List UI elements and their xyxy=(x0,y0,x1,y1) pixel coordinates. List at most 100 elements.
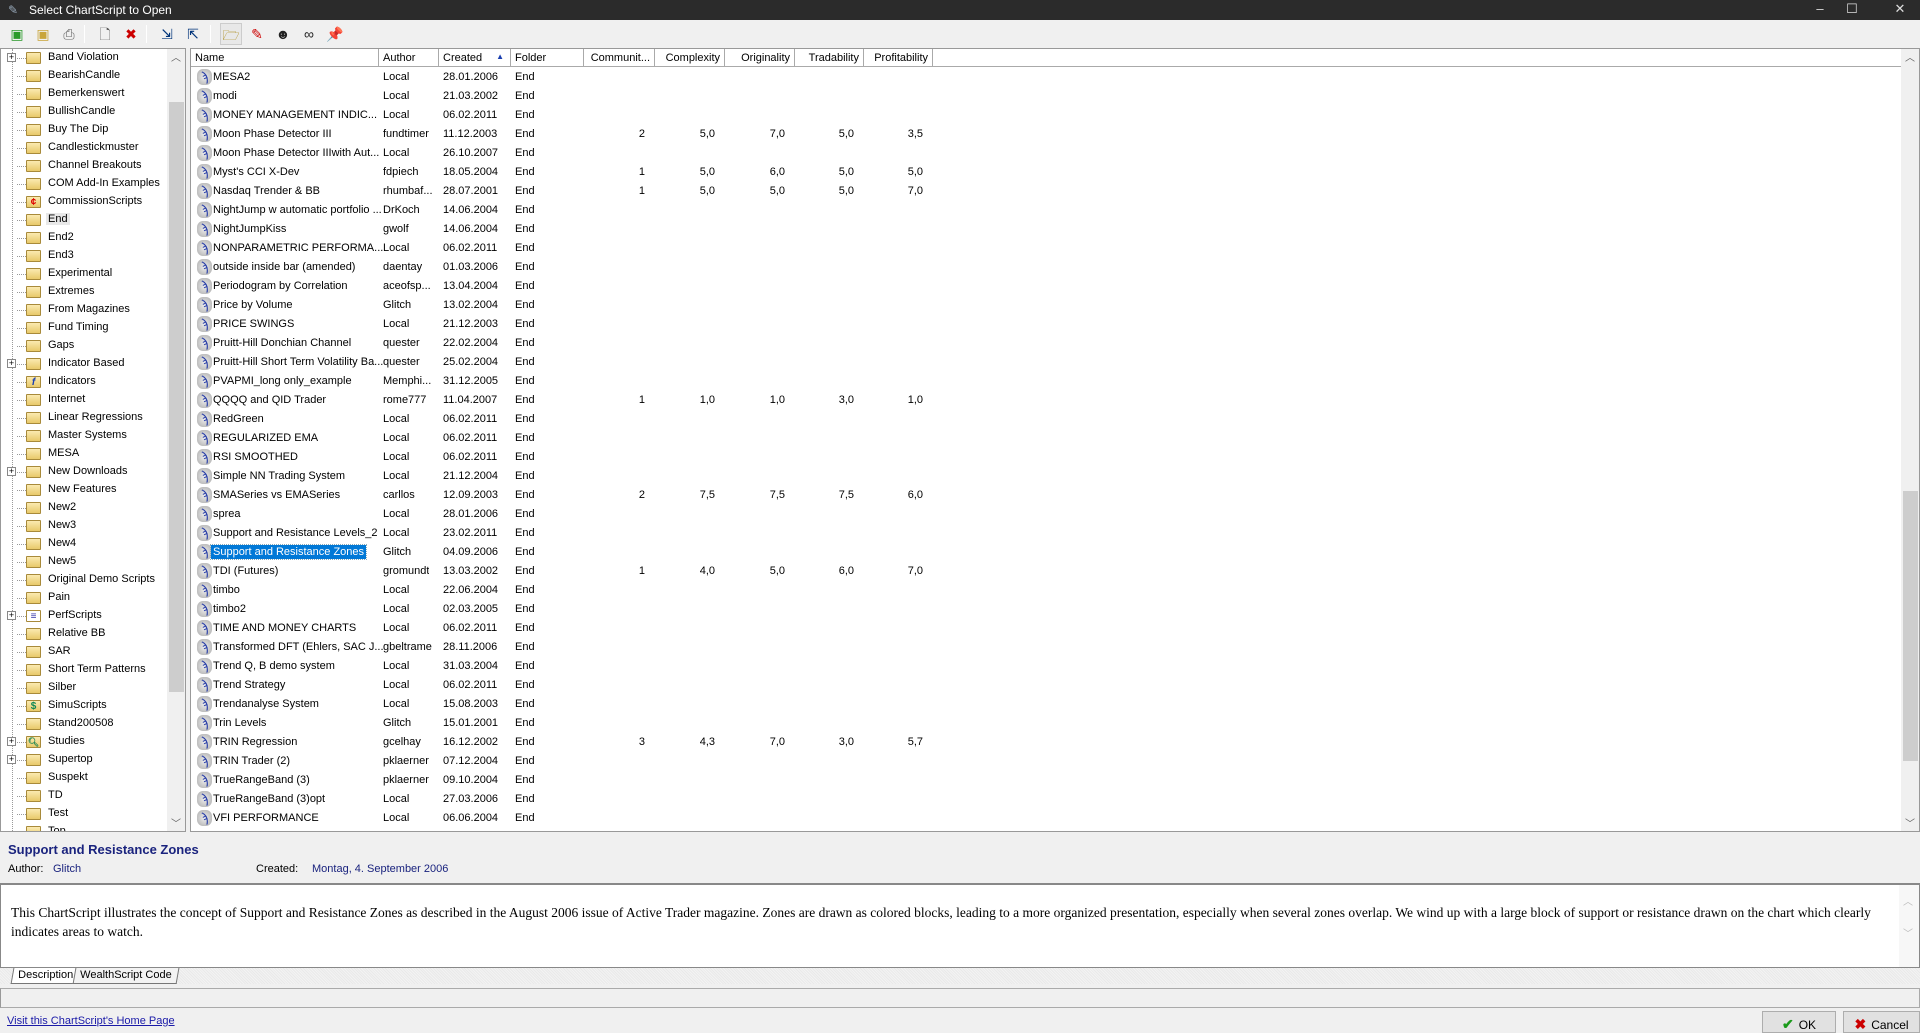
table-row[interactable]: ϡ Nasdaq Trender & BB rhumbaf... 28.07.2001… xyxy=(191,182,1891,201)
table-row[interactable]: ϡ TRIN Trader (2) pklaerner 07.12.2004 End xyxy=(191,752,1891,771)
print-button[interactable]: ⎙ xyxy=(58,23,80,45)
highlight-button[interactable]: ✎ xyxy=(246,23,268,45)
table-row[interactable]: ϡ Trend Q, B demo system Local 31.03.2004 En… xyxy=(191,657,1891,676)
tree-item[interactable]: Test xyxy=(1,805,166,823)
tree-item[interactable]: Top xyxy=(1,823,166,831)
tree-item[interactable]: New Features xyxy=(1,481,166,499)
table-row[interactable]: ϡ TrueRangeBand (3) pklaerner 09.10.2004 End xyxy=(191,771,1891,790)
export-button[interactable]: ⇱ xyxy=(182,23,204,45)
scroll-up-icon[interactable]: ︿ xyxy=(1899,893,1917,909)
table-row[interactable]: ϡ REGULARIZED EMA Local 06.02.2011 End xyxy=(191,429,1891,448)
table-row[interactable]: ϡ PVAPMI_long only_example Memphi... 31.12.… xyxy=(191,372,1891,391)
column-header-tradability[interactable]: Tradability xyxy=(795,49,864,67)
table-row[interactable]: ϡ Pruitt-Hill Short Term Volatility Ba...… xyxy=(191,353,1891,372)
table-row[interactable]: ϡ modi Local 21.03.2002 End xyxy=(191,87,1891,106)
tree-item[interactable]: f Indicators xyxy=(1,373,166,391)
tree-item[interactable]: Linear Regressions xyxy=(1,409,166,427)
tree-item[interactable]: New5 xyxy=(1,553,166,571)
new-subfolder-button[interactable]: ▣ xyxy=(32,23,54,45)
table-row[interactable]: ϡ Price by Volume Glitch 13.02.2004 End xyxy=(191,296,1891,315)
description-box[interactable]: This ChartScript illustrates the concept… xyxy=(0,883,1920,968)
tree-item[interactable]: Extremes xyxy=(1,283,166,301)
column-header-complexity[interactable]: Complexity xyxy=(655,49,725,67)
table-row[interactable]: ϡ Periodogram by Correlation aceofsp... 13.… xyxy=(191,277,1891,296)
tree-item[interactable]: + New Downloads xyxy=(1,463,166,481)
table-row[interactable]: ϡ timbo Local 22.06.2004 End xyxy=(191,581,1891,600)
tree-item[interactable]: Experimental xyxy=(1,265,166,283)
tree-item[interactable]: Buy The Dip xyxy=(1,121,166,139)
tree-item[interactable]: $ SimuScripts xyxy=(1,697,166,715)
tree-item[interactable]: New3 xyxy=(1,517,166,535)
table-row[interactable]: ϡ timbo2 Local 02.03.2005 End xyxy=(191,600,1891,619)
table-row[interactable]: ϡ RSI SMOOTHED Local 06.02.2011 End xyxy=(191,448,1891,467)
column-header-author[interactable]: Author xyxy=(379,49,439,67)
tree-item[interactable]: End2 xyxy=(1,229,166,247)
tree-item[interactable]: ¢ CommissionScripts xyxy=(1,193,166,211)
tree-item[interactable]: TD xyxy=(1,787,166,805)
table-row[interactable]: ϡ MESA2 Local 28.01.2006 End xyxy=(191,68,1891,87)
expand-plus-icon[interactable]: + xyxy=(7,611,16,620)
tree-item[interactable]: + ≡ PerfScripts xyxy=(1,607,166,625)
table-row[interactable]: ϡ Myst's CCI X-Dev fdpiech 18.05.2004 End 1 5,… xyxy=(191,163,1891,182)
pin-button[interactable]: 📌 xyxy=(324,23,346,45)
column-header-name[interactable]: Name xyxy=(191,49,379,67)
list-scrollbar[interactable]: ︿ ﹀ xyxy=(1901,49,1919,831)
tree-item[interactable]: Silber xyxy=(1,679,166,697)
tree-item[interactable]: From Magazines xyxy=(1,301,166,319)
table-row[interactable]: ϡ RedGreen Local 06.02.2011 End xyxy=(191,410,1891,429)
tree-item[interactable]: MESA xyxy=(1,445,166,463)
tree-item[interactable]: New4 xyxy=(1,535,166,553)
tree-item[interactable]: End3 xyxy=(1,247,166,265)
scroll-down-icon[interactable]: ﹀ xyxy=(1901,815,1919,831)
description-scrollbar[interactable]: ︿ ﹀ xyxy=(1899,885,1919,967)
table-row[interactable]: ϡ Pruitt-Hill Donchian Channel quester 22.0… xyxy=(191,334,1891,353)
view-button[interactable]: ∞ xyxy=(298,23,320,45)
scroll-down-icon[interactable]: ﹀ xyxy=(167,815,185,831)
table-row[interactable]: ϡ Support and Resistance Levels_2 Local 23.… xyxy=(191,524,1891,543)
table-row[interactable]: ϡ Trendanalyse System Local 15.08.2003 End xyxy=(191,695,1891,714)
table-row[interactable]: ϡ NightJumpKiss gwolf 14.06.2004 End xyxy=(191,220,1891,239)
table-row[interactable]: ϡ TDI (Futures) gromundt 13.03.2002 End 1 4,0 5… xyxy=(191,562,1891,581)
home-page-link[interactable]: Visit this ChartScript's Home Page xyxy=(7,1015,175,1027)
delete-button[interactable]: ✖ xyxy=(120,23,142,45)
tree-item[interactable]: Master Systems xyxy=(1,427,166,445)
column-header-created[interactable]: Created ▲ xyxy=(439,49,511,67)
table-row[interactable]: ϡ NONPARAMETRIC PERFORMA... Local 06.02.201… xyxy=(191,239,1891,258)
table-row[interactable]: ϡ Simple NN Trading System Local 21.12.2004… xyxy=(191,467,1891,486)
maximize-button[interactable]: ☐ xyxy=(1832,0,1872,20)
scroll-up-icon[interactable]: ︿ xyxy=(167,49,185,65)
table-row[interactable]: ϡ MONEY MANAGEMENT INDIC... Local 06.02.201… xyxy=(191,106,1891,125)
table-row[interactable]: ϡ SMASeries vs EMASeries carllos 12.09.2003… xyxy=(191,486,1891,505)
table-row[interactable]: ϡ TIME AND MONEY CHARTS Local 06.02.2011 End xyxy=(191,619,1891,638)
expand-plus-icon[interactable]: + xyxy=(7,53,16,62)
tab-wealthscript-code[interactable]: WealthScript Code xyxy=(72,968,179,984)
table-row[interactable]: ϡ Trin Levels Glitch 15.01.2001 End xyxy=(191,714,1891,733)
tree-item[interactable]: COM Add-In Examples xyxy=(1,175,166,193)
ok-button[interactable]: ✔ OK xyxy=(1762,1011,1836,1033)
column-header-folder[interactable]: Folder xyxy=(511,49,584,67)
tree-item[interactable]: Bemerkenswert xyxy=(1,85,166,103)
table-row[interactable]: ϡ VFI PERFORMANCE Local 06.06.2004 End xyxy=(191,809,1891,828)
tree-item[interactable]: Candlestickmuster xyxy=(1,139,166,157)
table-row[interactable]: ϡ Trend Strategy Local 06.02.2011 End xyxy=(191,676,1891,695)
table-row[interactable]: ϡ PRICE SWINGS Local 21.12.2003 End xyxy=(191,315,1891,334)
table-row[interactable]: ϡ Support and Resistance Zones Glitch 04.09… xyxy=(191,543,1891,562)
new-script-button[interactable]: 🗋 xyxy=(94,23,116,45)
tree-item[interactable]: End xyxy=(1,211,166,229)
table-row[interactable]: ϡ outside inside bar (amended) daentay 01.0… xyxy=(191,258,1891,277)
table-row[interactable]: ϡ QQQQ and QID Trader rome777 11.04.2007 End… xyxy=(191,391,1891,410)
expand-plus-icon[interactable]: + xyxy=(7,467,16,476)
table-row[interactable]: ϡ TRIN Regression gcelhay 16.12.2002 End 3 4,3… xyxy=(191,733,1891,752)
tree-item[interactable]: SAR xyxy=(1,643,166,661)
expand-plus-icon[interactable]: + xyxy=(7,359,16,368)
tree-item[interactable]: Stand200508 xyxy=(1,715,166,733)
cancel-button[interactable]: ✖ Cancel xyxy=(1843,1011,1920,1033)
open-folder-button[interactable]: 🗁 xyxy=(220,23,242,45)
column-header-profitability[interactable]: Profitability xyxy=(864,49,933,67)
scroll-thumb[interactable] xyxy=(1903,491,1918,761)
scroll-down-icon[interactable]: ﹀ xyxy=(1899,925,1917,941)
column-header-communit[interactable]: Communit... xyxy=(584,49,655,67)
tree-item[interactable]: Short Term Patterns xyxy=(1,661,166,679)
tree-scrollbar[interactable]: ︿ ﹀ xyxy=(167,49,185,831)
tree-item[interactable]: Suspekt xyxy=(1,769,166,787)
